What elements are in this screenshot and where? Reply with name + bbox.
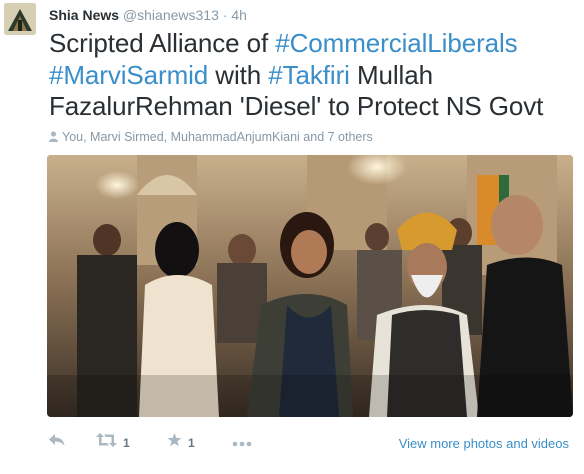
text-segment: Scripted Alliance of <box>49 28 276 58</box>
timestamp[interactable]: 4h <box>231 7 247 23</box>
more-dots-icon <box>232 432 252 454</box>
avatar-image <box>4 3 36 35</box>
retweet-icon <box>96 432 117 454</box>
display-name[interactable]: Shia News <box>49 7 119 23</box>
person-icon <box>49 130 58 146</box>
user-handle[interactable]: @shianews313 <box>123 7 219 23</box>
tweet-photo[interactable] <box>47 155 573 417</box>
text-segment: with <box>208 59 269 90</box>
reply-button[interactable] <box>49 432 65 454</box>
text-segment: FazalurRehman 'Diesel' to Protect NS Gov… <box>49 91 544 121</box>
tweet-header: Shia News @shianews313 · 4h <box>49 6 247 24</box>
favorite-star-icon <box>167 432 182 454</box>
tweet-actions: 1 1 View more photos and videos <box>49 428 579 458</box>
favorite-count: 1 <box>188 436 195 450</box>
favorite-button[interactable]: 1 <box>167 432 195 454</box>
separator-dot: · <box>222 7 228 23</box>
avatar[interactable] <box>4 3 36 35</box>
tweet-text: Scripted Alliance of #CommercialLiberals… <box>49 28 581 123</box>
reply-icon <box>49 432 65 454</box>
view-more-photos-link[interactable]: View more photos and videos <box>399 433 569 455</box>
context-text: You, Marvi Sirmed, MuhammadAnjumKiani an… <box>62 130 373 144</box>
retweet-button[interactable]: 1 <box>96 432 130 454</box>
social-context[interactable]: You, Marvi Sirmed, MuhammadAnjumKiani an… <box>49 129 373 145</box>
hashtag-takfiri[interactable]: #Takfiri <box>268 60 350 90</box>
photo-image <box>47 155 573 417</box>
text-segment: Mullah <box>349 59 433 90</box>
hashtag-marvisarmid[interactable]: #MarviSarmid <box>49 60 208 90</box>
more-button[interactable] <box>232 432 252 454</box>
retweet-count: 1 <box>123 436 130 450</box>
hashtag-commercialliberals[interactable]: #CommercialLiberals <box>275 28 517 58</box>
